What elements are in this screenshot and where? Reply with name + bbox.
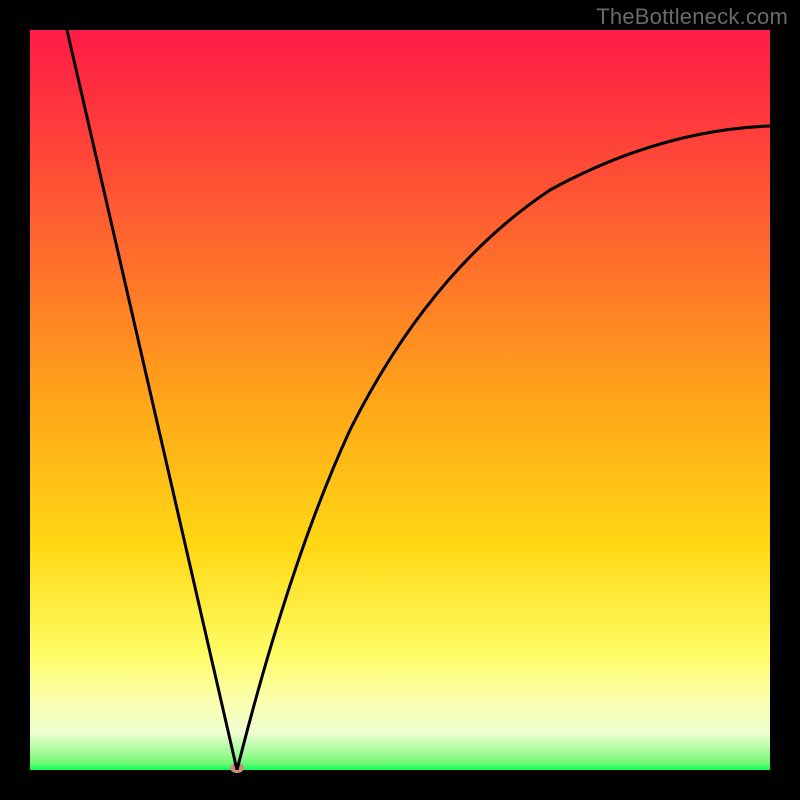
curve-left-branch	[67, 30, 237, 770]
curve-right-branch	[237, 126, 770, 770]
chart-svg	[30, 30, 770, 770]
watermark-text: TheBottleneck.com	[596, 4, 788, 30]
